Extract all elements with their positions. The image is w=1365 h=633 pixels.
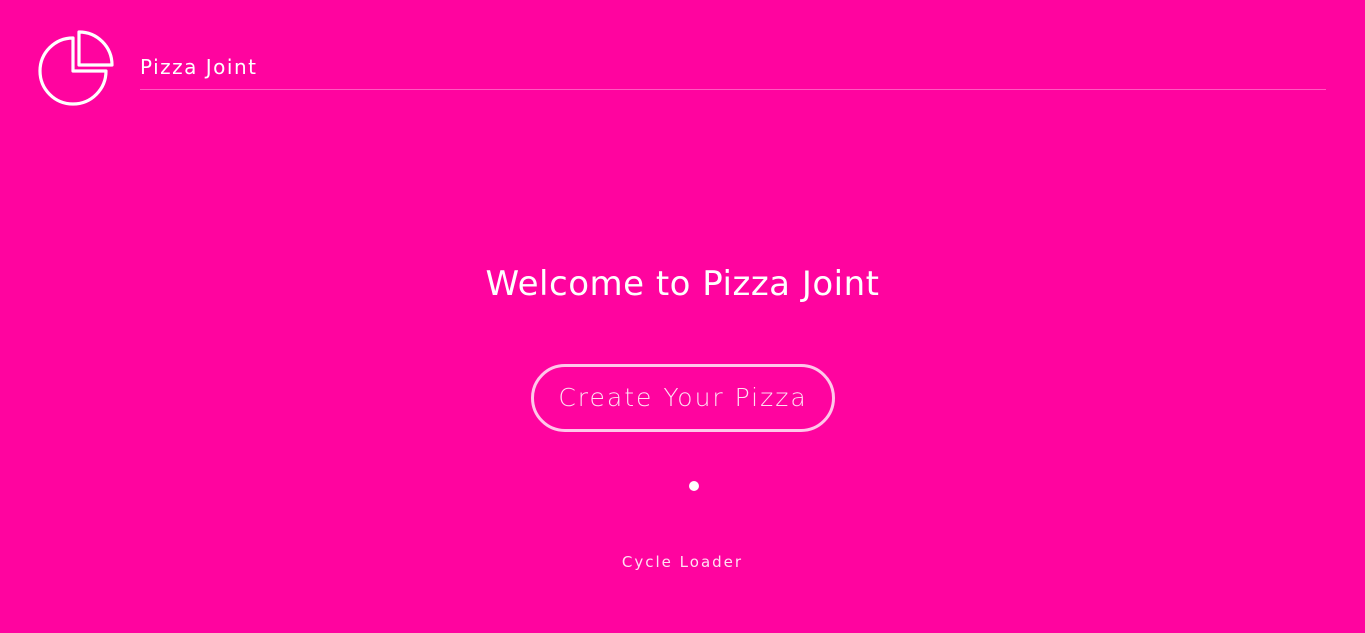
pie-chart-icon	[38, 30, 114, 106]
loader-dot-icon	[689, 481, 699, 491]
logo-link[interactable]	[36, 28, 116, 108]
page: Pizza Joint Welcome to Pizza Joint Creat…	[0, 0, 1365, 633]
create-pizza-button[interactable]: Create Your Pizza	[531, 364, 835, 432]
welcome-title: Welcome to Pizza Joint	[485, 264, 880, 304]
brand-name[interactable]: Pizza Joint	[140, 54, 258, 80]
header-divider	[140, 89, 1326, 90]
loader-label: Cycle Loader	[621, 553, 744, 571]
